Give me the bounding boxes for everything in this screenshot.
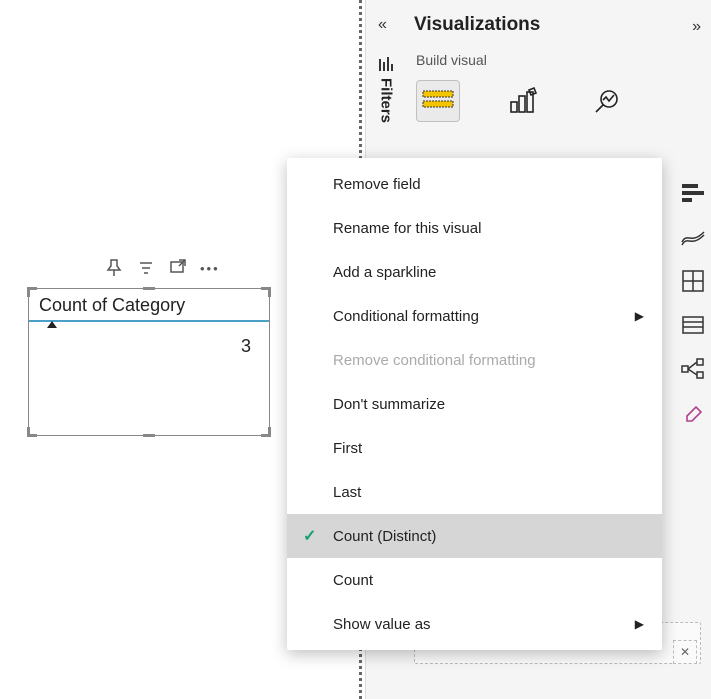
- collapse-pane-icon[interactable]: «: [378, 16, 387, 34]
- menu-rename-for-visual[interactable]: Rename for this visual: [287, 206, 662, 250]
- filters-tab[interactable]: Filters: [374, 56, 398, 123]
- treemap-icon[interactable]: [678, 266, 708, 296]
- analytics-icon: [591, 86, 621, 116]
- resize-handle-bl[interactable]: [27, 427, 37, 437]
- visual-floating-toolbar: •••: [104, 258, 220, 278]
- filters-label: Filters: [378, 78, 395, 123]
- resize-handle-br[interactable]: [261, 427, 271, 437]
- filter-icon[interactable]: [136, 258, 156, 278]
- ribbon-chart-icon[interactable]: [678, 222, 708, 252]
- submenu-arrow-icon: ▶: [635, 309, 644, 323]
- menu-remove-conditional-formatting: Remove conditional formatting: [287, 338, 662, 382]
- pin-icon[interactable]: [104, 258, 124, 278]
- more-options-icon[interactable]: •••: [200, 261, 220, 276]
- menu-remove-field[interactable]: Remove field: [287, 162, 662, 206]
- expand-pane-icon[interactable]: »: [692, 18, 701, 36]
- filters-bar-icon: [377, 56, 395, 74]
- submenu-arrow-icon: ▶: [635, 617, 644, 631]
- analytics-tab[interactable]: [584, 80, 628, 122]
- field-context-menu: Remove field Rename for this visual Add …: [287, 158, 662, 650]
- checkmark-icon: ✓: [303, 526, 316, 546]
- pane-title: Visualizations: [406, 14, 711, 36]
- remove-field-button[interactable]: ✕: [673, 640, 697, 664]
- menu-count-distinct[interactable]: ✓Count (Distinct): [287, 514, 662, 558]
- menu-add-sparkline[interactable]: Add a sparkline: [287, 250, 662, 294]
- focus-mode-icon[interactable]: [168, 258, 188, 278]
- sort-asc-icon: [47, 321, 57, 328]
- stacked-bar-chart-icon[interactable]: [678, 178, 708, 208]
- menu-first[interactable]: First: [287, 426, 662, 470]
- column-header-label: Count of Category: [39, 295, 185, 315]
- paintbrush-icon: [507, 86, 537, 116]
- build-visual-icon: [421, 87, 455, 115]
- cell-value: 3: [29, 322, 269, 357]
- build-tab[interactable]: [416, 80, 460, 122]
- table-icon[interactable]: [678, 310, 708, 340]
- eraser-icon[interactable]: [678, 398, 708, 428]
- format-tabs: [406, 80, 711, 122]
- table-visual[interactable]: Count of Category 3: [28, 288, 270, 436]
- column-header[interactable]: Count of Category: [29, 289, 269, 322]
- menu-dont-summarize[interactable]: Don't summarize: [287, 382, 662, 426]
- menu-last[interactable]: Last: [287, 470, 662, 514]
- resize-handle-bottom[interactable]: [143, 434, 155, 437]
- menu-conditional-formatting[interactable]: Conditional formatting▶: [287, 294, 662, 338]
- pane-subtitle: Build visual: [406, 36, 711, 80]
- menu-show-value-as[interactable]: Show value as▶: [287, 602, 662, 646]
- menu-count[interactable]: Count: [287, 558, 662, 602]
- visualization-gallery-strip: [675, 178, 711, 428]
- format-tab[interactable]: [500, 80, 544, 122]
- decomposition-tree-icon[interactable]: [678, 354, 708, 384]
